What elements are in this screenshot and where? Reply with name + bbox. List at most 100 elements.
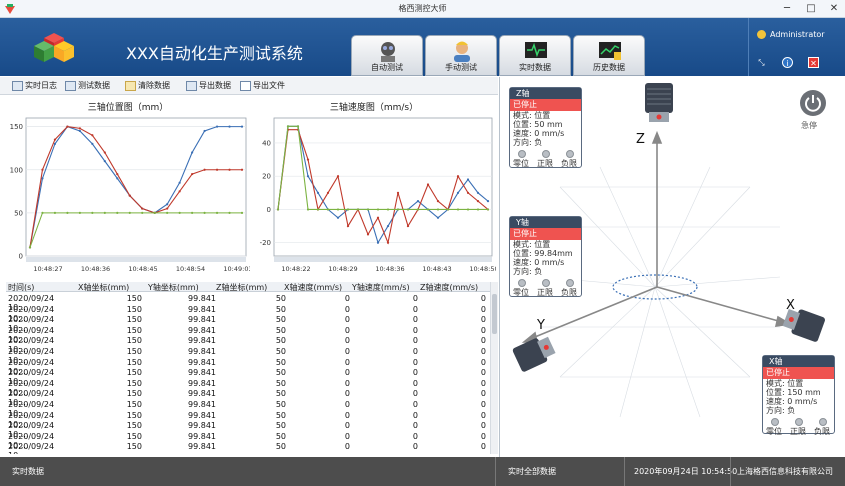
cell-z-pos: 50 [275,357,286,367]
cell-y-pos: 99.841 [188,357,216,367]
table-row[interactable]: 2020/09/24 10:...15099.84150000 [6,410,491,429]
x-tick-label: 10:48:29 [328,265,357,273]
maximize-button[interactable]: □ [800,0,822,18]
axis-mode: 模式: 位置 [513,111,551,120]
data-point [66,125,69,128]
status-company: 上海格西信息科技有限公司 [737,467,833,476]
z-axis-label: Z [636,132,645,147]
data-point [91,134,94,137]
cell-z-speed: 0 [480,442,486,452]
cell-x-pos: 150 [126,294,142,303]
table-row[interactable]: 2020/09/24 10:...15099.84150000 [6,315,491,333]
minimize-button[interactable]: ─ [776,0,798,18]
col-time[interactable]: 时间(s) [8,282,34,293]
table-row[interactable]: 2020/09/24 10:...15099.84150000 [6,379,491,397]
close-window-button[interactable]: ✕ [823,0,845,18]
data-point [53,142,57,145]
exit-icon[interactable]: ✕ [808,57,819,68]
data-point [296,125,300,128]
table-row[interactable]: 2020/09/24 10:...15099.84150000 [6,368,491,386]
data-point [326,191,330,194]
export-data-button[interactable]: 导出数据 [186,80,231,92]
led-label: 正限 [790,427,806,436]
cell-x-pos: 150 [126,315,142,325]
tab-label: 自动测试 [371,63,403,72]
scroll-thumb[interactable] [492,294,497,334]
emergency-stop-button[interactable] [800,90,826,116]
user-info[interactable]: Administrator [757,30,825,39]
table-row[interactable]: 2020/09/24 10:...15099.84150000 [6,294,491,312]
cell-y-speed: 0 [412,431,418,441]
table-row[interactable]: 2020/09/24 10:...15099.84150000 [6,357,491,376]
axis-speed-unit: mm/s [541,129,565,138]
col-z-pos[interactable]: Z轴坐标(mm) [216,282,267,293]
export-file-button[interactable]: 导出文件 [240,80,285,92]
x-tick-label: 10:48:36 [375,265,404,273]
data-point [306,175,310,178]
y-motor-icon [512,336,556,372]
axis-leds: 零位 正限 负限 [763,415,834,436]
table-row[interactable]: 2020/09/24 10:...15099.84150000 [6,389,491,407]
data-point [141,211,144,214]
table-row[interactable]: 2020/09/24 10:...15099.84150000 [6,326,491,344]
cell-y-speed: 0 [412,442,418,452]
neg-limit-led [566,150,574,158]
cell-z-speed: 0 [480,389,486,399]
col-x-pos[interactable]: X轴坐标(mm) [78,282,129,293]
tab-history-data[interactable]: 历史数据 [573,35,645,76]
table-row[interactable]: 2020/09/24 10:...15099.84150000 [6,431,491,450]
status-left: 实时数据 [12,467,44,476]
col-z-speed[interactable]: Z轴速度(mm/s) [420,282,478,293]
col-y-speed[interactable]: Y轴速度(mm/s) [352,282,410,293]
axis-direction: 方向: 负 [513,267,543,276]
realtime-log-button[interactable]: 实时日志 [12,80,57,92]
cell-z-speed: 0 [480,421,486,431]
table-icon [65,80,76,91]
table-row[interactable]: 2020/09/24 10:...15099.84150000 [6,347,491,365]
data-point [366,233,370,236]
toolbar-label: 清除数据 [138,81,170,90]
clear-data-button[interactable]: 清除数据 [125,80,170,92]
fullscreen-icon[interactable]: ⤡ [756,57,767,68]
table-scrollbar[interactable] [490,282,498,454]
cell-z-pos: 50 [275,410,286,420]
axis-mode: 模式: 位置 [766,379,804,388]
table-row[interactable]: 2020/09/24 10:...15099.84150000 [6,442,491,454]
tab-manual-test[interactable]: 手动测试 [425,35,497,76]
data-point [426,183,430,186]
cell-x-pos: 150 [126,389,142,399]
info-icon[interactable]: i [782,57,793,68]
col-x-speed[interactable]: X轴速度(mm/s) [284,282,342,293]
position-chart[interactable]: 150 100 50 0 10:48:27 10:48:36 10:48:45 10:48:5… [4,112,250,274]
cell-y-pos: 99.841 [188,347,216,356]
table-row[interactable]: 2020/09/24 10:...15099.84150000 [6,421,491,439]
table-row[interactable]: 2020/09/24 10:...15099.84150000 [6,400,491,418]
data-point [366,208,370,211]
cell-x-speed: 0 [344,431,350,441]
axis-card-title: Y轴 [510,217,581,228]
data-point [446,208,450,211]
axis-status: 已停止 [510,228,581,240]
speed-chart[interactable]: 40 20 0 -20 10:48:22 10:48:29 10:48:36 10:48:43… [252,112,496,274]
table-row[interactable]: 2020/09/24 10:...15099.84150000 [6,336,491,354]
data-point [356,208,360,211]
tab-realtime-data[interactable]: 实时数据 [499,35,571,76]
data-point [191,151,194,154]
cell-z-speed: 0 [480,400,486,409]
y-tick-label: 150 [10,123,23,131]
x-axis-label: X [786,298,795,313]
y-axis-label: Y [537,318,545,333]
data-point [456,208,460,211]
col-y-pos[interactable]: Y轴坐标(mm) [148,282,199,293]
data-point [103,211,106,214]
table-row[interactable]: 2020/09/24 10:...15099.84150000 [6,305,491,323]
test-data-button[interactable]: 测试数据 [65,80,110,92]
cell-y-pos: 99.841 [188,389,216,399]
cell-x-speed: 0 [344,347,350,356]
tab-auto-test[interactable]: 自动测试 [351,35,423,76]
data-point [406,208,410,211]
data-point [466,208,470,211]
data-table[interactable]: 时间(s) X轴坐标(mm) Y轴坐标(mm) Z轴坐标(mm) X轴速度(mm… [6,282,491,454]
cell-x-pos: 150 [126,368,142,378]
data-point [336,216,340,219]
